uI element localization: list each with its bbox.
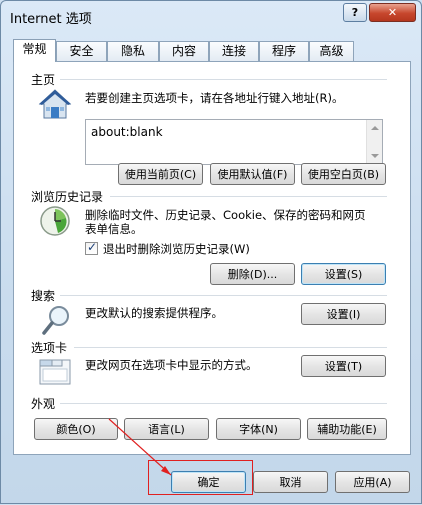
annotation-arrow [108, 418, 172, 476]
internet-options-dialog: Internet 选项 ? ✕ 常规 安全 隐私 内容 连接 程序 高级 主页 … [0, 0, 422, 504]
tab-general[interactable]: 常规 [13, 39, 56, 62]
